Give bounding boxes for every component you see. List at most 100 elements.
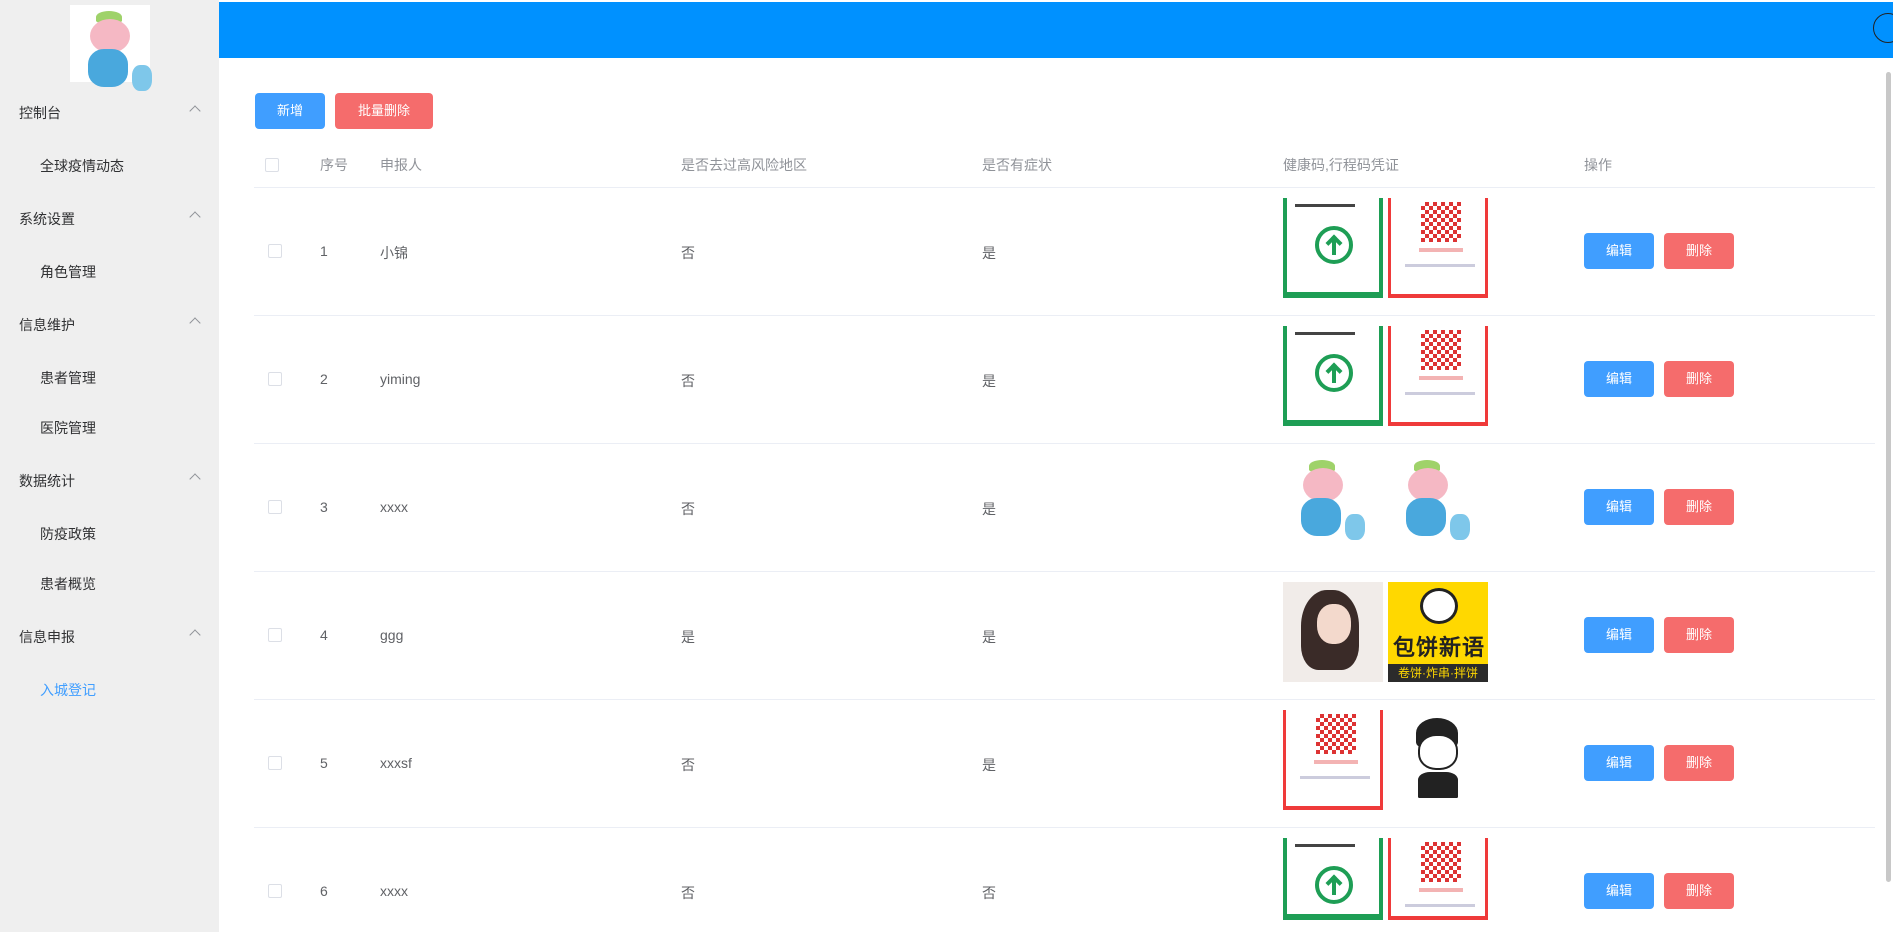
menu-group-label: 系统设置 (19, 211, 75, 227)
girl-portrait-image[interactable] (1283, 582, 1383, 682)
row-checkbox[interactable] (268, 244, 282, 258)
cell-index: 3 (320, 499, 328, 515)
menu-group-label: 控制台 (19, 105, 61, 121)
menu-group-info-maintenance[interactable]: 信息维护 (0, 303, 219, 343)
cartoon-boy-image[interactable] (1388, 710, 1488, 810)
select-all-checkbox[interactable] (265, 158, 279, 172)
delete-button[interactable]: 删除 (1664, 745, 1734, 781)
delete-button[interactable]: 删除 (1664, 617, 1734, 653)
pig-toy-photo-image[interactable] (1388, 454, 1488, 554)
edit-button[interactable]: 编辑 (1584, 617, 1654, 653)
cell-high-risk: 否 (681, 373, 695, 389)
cell-symptom: 是 (982, 373, 996, 389)
snack-logo-image[interactable]: 包饼新语 卷饼·炸串·拌饼 (1388, 582, 1488, 682)
row-divider (254, 827, 1875, 828)
add-button[interactable]: 新增 (255, 93, 325, 129)
row-checkbox[interactable] (268, 628, 282, 642)
pig-toy-photo-image[interactable] (1283, 454, 1383, 554)
row-checkbox[interactable] (268, 372, 282, 386)
edit-button[interactable]: 编辑 (1584, 233, 1654, 269)
red-travel-qr-image[interactable] (1283, 710, 1383, 810)
row-checkbox[interactable] (268, 756, 282, 770)
menu-item-label: 患者概览 (40, 576, 96, 592)
menu-item-label: 角色管理 (40, 264, 96, 280)
menu-item-label: 全球疫情动态 (40, 158, 124, 174)
snack-logo-title: 包饼新语 (1392, 635, 1485, 660)
column-header-applicant: 申报人 (380, 157, 422, 173)
cell-symptom: 是 (982, 501, 996, 517)
cell-symptom: 是 (982, 629, 996, 645)
delete-button[interactable]: 删除 (1664, 873, 1734, 909)
edit-button[interactable]: 编辑 (1584, 745, 1654, 781)
chevron-up-icon (189, 629, 201, 641)
column-header-health-code: 健康码,行程码凭证 (1283, 157, 1399, 173)
cell-applicant: xxxsf (380, 755, 412, 771)
pig-mascot-logo[interactable] (70, 5, 152, 91)
delete-button[interactable]: 删除 (1664, 233, 1734, 269)
cell-symptom: 否 (982, 885, 996, 901)
cell-symptom: 是 (982, 245, 996, 261)
row-divider (254, 571, 1875, 572)
red-travel-qr-image[interactable] (1388, 838, 1488, 920)
cell-applicant: yiming (380, 371, 421, 387)
cell-index: 6 (320, 883, 328, 899)
menu-item-label: 患者管理 (40, 370, 96, 386)
menu-item-patient-overview[interactable]: 患者概览 (0, 562, 219, 602)
menu-item-city-entry-registration[interactable]: 入城登记 (0, 668, 219, 708)
vertical-scrollbar[interactable] (1886, 72, 1891, 882)
chevron-up-icon (189, 317, 201, 329)
menu-group-info-report[interactable]: 信息申报 (0, 615, 219, 655)
cell-index: 1 (320, 243, 328, 259)
cell-index: 5 (320, 755, 328, 771)
cell-high-risk: 是 (681, 629, 695, 645)
menu-item-label: 医院管理 (40, 420, 96, 436)
row-checkbox[interactable] (268, 500, 282, 514)
cell-symptom: 是 (982, 757, 996, 773)
green-health-code-image[interactable] (1283, 198, 1383, 298)
snack-logo-subtitle: 卷饼·炸串·拌饼 (1388, 664, 1488, 682)
menu-item-label: 入城登记 (40, 682, 96, 698)
cell-high-risk: 否 (681, 757, 695, 773)
column-header-index: 序号 (320, 157, 348, 173)
menu-item-role-management[interactable]: 角色管理 (0, 250, 219, 290)
column-header-actions: 操作 (1584, 157, 1612, 173)
cell-high-risk: 否 (681, 501, 695, 517)
red-travel-qr-image[interactable] (1388, 326, 1488, 426)
menu-item-patient-management[interactable]: 患者管理 (0, 356, 219, 396)
batch-delete-button[interactable]: 批量删除 (335, 93, 433, 129)
chevron-up-icon (189, 473, 201, 485)
header-divider (254, 187, 1875, 188)
edit-button[interactable]: 编辑 (1584, 873, 1654, 909)
row-checkbox[interactable] (268, 884, 282, 898)
cell-index: 2 (320, 371, 328, 387)
row-divider (254, 315, 1875, 316)
green-health-code-image[interactable] (1283, 838, 1383, 920)
cell-high-risk: 否 (681, 245, 695, 261)
menu-group-statistics[interactable]: 数据统计 (0, 459, 219, 499)
cell-applicant: xxxx (380, 499, 408, 515)
cell-high-risk: 否 (681, 885, 695, 901)
menu-item-global-epidemic[interactable]: 全球疫情动态 (0, 144, 219, 184)
delete-button[interactable]: 删除 (1664, 489, 1734, 525)
menu-group-label: 信息维护 (19, 317, 75, 333)
delete-button[interactable]: 删除 (1664, 361, 1734, 397)
menu-item-prevention-policy[interactable]: 防疫政策 (0, 512, 219, 552)
column-header-symptom: 是否有症状 (982, 157, 1052, 173)
chevron-up-icon (189, 211, 201, 223)
menu-group-label: 数据统计 (19, 473, 75, 489)
red-travel-qr-image[interactable] (1388, 198, 1488, 298)
cell-index: 4 (320, 627, 328, 643)
green-health-code-image[interactable] (1283, 326, 1383, 426)
edit-button[interactable]: 编辑 (1584, 489, 1654, 525)
menu-group-console[interactable]: 控制台 (0, 91, 219, 131)
column-header-high-risk: 是否去过高风险地区 (681, 157, 807, 173)
menu-group-system-settings[interactable]: 系统设置 (0, 197, 219, 237)
cell-applicant: xxxx (380, 883, 408, 899)
row-divider (254, 699, 1875, 700)
chevron-up-icon (189, 105, 201, 117)
edit-button[interactable]: 编辑 (1584, 361, 1654, 397)
sidebar: 控制台 全球疫情动态 系统设置 角色管理 信息维护 患者管理 医院管理 数据统计… (0, 0, 219, 932)
cell-applicant: ggg (380, 627, 404, 643)
menu-item-hospital-management[interactable]: 医院管理 (0, 406, 219, 446)
row-divider (254, 443, 1875, 444)
